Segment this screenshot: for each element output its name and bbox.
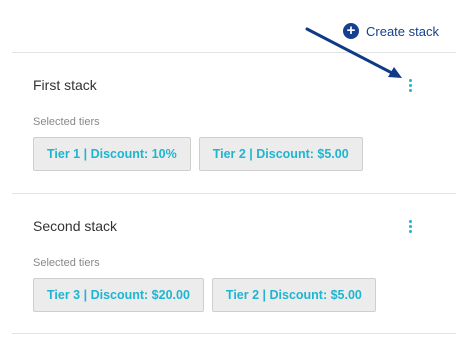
plus-circle-icon: + <box>343 23 359 39</box>
divider <box>12 333 456 334</box>
kebab-menu-icon[interactable] <box>404 215 416 237</box>
selected-tiers-label: Selected tiers <box>33 116 100 128</box>
create-stack-label: Create stack <box>366 23 439 39</box>
kebab-menu-icon[interactable] <box>404 74 416 96</box>
tier-chip[interactable]: Tier 2 | Discount: $5.00 <box>198 137 363 171</box>
selected-tiers-label: Selected tiers <box>33 257 100 269</box>
tier-chip[interactable]: Tier 1 | Discount: 10% <box>33 137 191 171</box>
create-stack-button[interactable]: + Create stack <box>343 21 439 41</box>
stack-title: Second stack <box>33 218 118 234</box>
tier-chip[interactable]: Tier 2 | Discount: $5.00 <box>211 278 376 312</box>
tier-chip-list: Tier 1 | Discount: 10% Tier 2 | Discount… <box>33 137 371 171</box>
tier-chip-list: Tier 3 | Discount: $20.00 Tier 2 | Disco… <box>33 278 384 312</box>
stack-card-second: Second stack Selected tiers Tier 3 | Dis… <box>0 193 473 333</box>
stack-title: First stack <box>33 77 97 93</box>
stack-card-first: First stack Selected tiers Tier 1 | Disc… <box>0 52 473 192</box>
tier-chip[interactable]: Tier 3 | Discount: $20.00 <box>33 278 204 312</box>
